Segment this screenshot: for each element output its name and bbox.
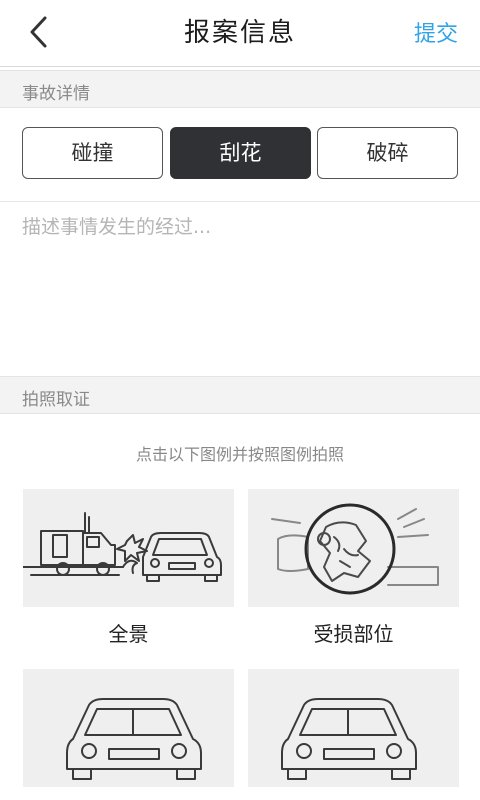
photo-section-header: 拍照取证 (0, 376, 480, 414)
type-broken-button[interactable]: 破碎 (317, 127, 458, 179)
photo-section-title: 拍照取证 (22, 390, 90, 410)
accident-section-title: 事故详情 (22, 84, 90, 104)
divider (0, 201, 480, 202)
photo-card-damaged-part[interactable] (248, 489, 459, 607)
truck-collision-icon (23, 512, 222, 582)
photo-card-car-right[interactable] (248, 669, 459, 787)
type-scratch-button[interactable]: 刮花 (170, 127, 311, 179)
photo-card-car-left[interactable] (23, 669, 234, 787)
page-title: 报案信息 (183, 18, 296, 48)
type-collision-button[interactable]: 碰撞 (22, 127, 163, 179)
accident-type-selector: 碰撞 刮花 破碎 (22, 127, 458, 179)
accident-section-header: 事故详情 (0, 70, 480, 108)
photo-card-panorama-label: 全景 (108, 622, 149, 646)
photo-card-damaged-part-label: 受损部位 (313, 622, 394, 646)
nav-bar: 报案信息 提交 (0, 0, 480, 67)
submit-button[interactable]: 提交 (414, 16, 458, 48)
car-front-left-icon (66, 698, 202, 780)
damaged-part-icon (271, 503, 439, 595)
photo-card-panorama[interactable] (23, 489, 234, 607)
car-front-right-icon (281, 698, 417, 780)
photo-hint: 点击以下图例并按照图例拍照 (135, 445, 344, 464)
description-input[interactable] (22, 212, 458, 362)
